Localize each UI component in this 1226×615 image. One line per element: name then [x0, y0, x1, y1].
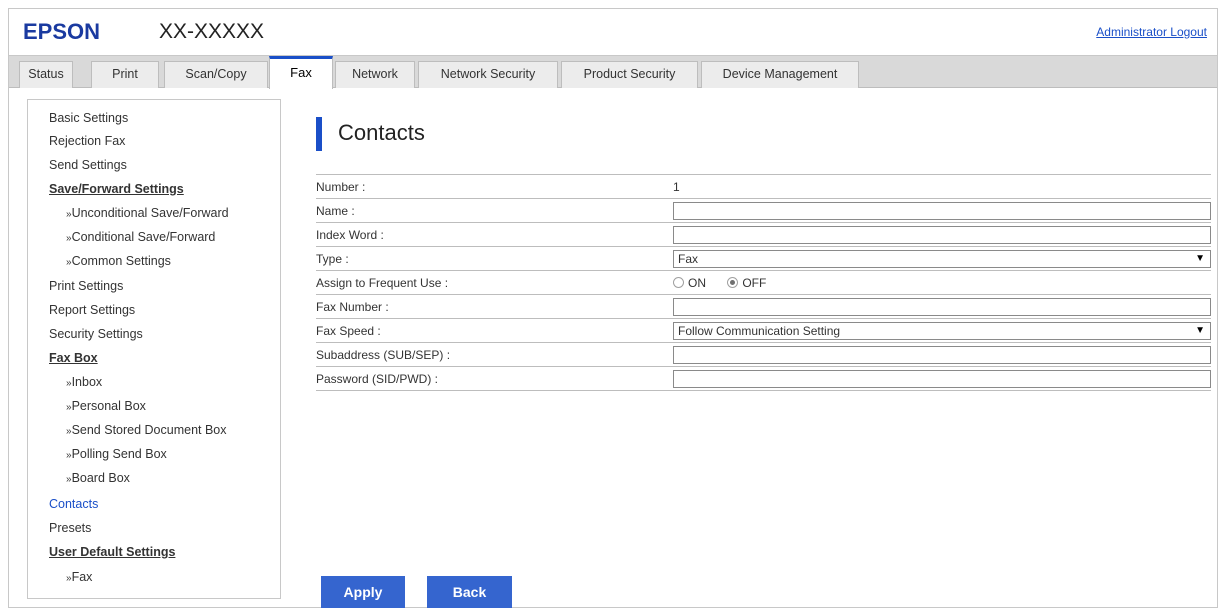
- fax-number-input[interactable]: [673, 298, 1211, 316]
- password-label: Password (SID/PWD) :: [316, 372, 439, 386]
- sidebar-item-common-settings[interactable]: »Common Settings: [66, 254, 171, 268]
- sidebar-item-send-stored-document-box[interactable]: »Send Stored Document Box: [66, 423, 227, 437]
- index-word-row: Index Word :: [316, 223, 1211, 247]
- subaddress-label: Subaddress (SUB/SEP) :: [316, 348, 451, 362]
- tab-print[interactable]: Print: [91, 61, 159, 88]
- page-title: Contacts: [338, 120, 425, 145]
- back-button[interactable]: Back: [427, 576, 512, 608]
- sidebar-item-personal-box[interactable]: »Personal Box: [66, 399, 146, 413]
- sidebar-item-report-settings[interactable]: Report Settings: [49, 303, 135, 317]
- model-name: XX-XXXXX: [159, 20, 265, 43]
- title-accent-bar: [316, 117, 322, 151]
- frequent-use-on-radio[interactable]: [673, 277, 684, 289]
- tab-bar: Status Print Scan/Copy Fax Network Netwo…: [9, 55, 1217, 89]
- dropdown-arrow-icon: ▼: [1195, 325, 1205, 336]
- fax-speed-label: Fax Speed :: [316, 324, 381, 338]
- tab-status[interactable]: Status: [19, 61, 73, 88]
- fax-speed-select[interactable]: Follow Communication Setting ▼: [673, 322, 1211, 340]
- header: EPSON XX-XXXXX Administrator Logout: [9, 9, 1217, 55]
- apply-button[interactable]: Apply: [321, 576, 405, 608]
- type-selected-value: Fax: [678, 252, 699, 266]
- sidebar-item-basic-settings[interactable]: Basic Settings: [49, 111, 128, 125]
- sidebar-item-security-settings[interactable]: Security Settings: [49, 327, 143, 341]
- frequent-use-radio-group: ON OFF: [673, 275, 784, 290]
- sidebar-item-polling-send-box[interactable]: »Polling Send Box: [66, 447, 167, 461]
- sidebar-item-fax[interactable]: »Fax: [66, 570, 92, 584]
- name-label: Name :: [316, 204, 355, 218]
- type-label: Type :: [316, 252, 349, 266]
- password-row: Password (SID/PWD) :: [316, 367, 1211, 391]
- sidebar-item-conditional-save-forward[interactable]: »Conditional Save/Forward: [66, 230, 215, 244]
- sidebar-item-user-default-settings[interactable]: User Default Settings: [49, 545, 175, 559]
- sidebar-item-inbox[interactable]: »Inbox: [66, 375, 102, 389]
- fax-speed-row: Fax Speed : Follow Communication Setting…: [316, 319, 1211, 343]
- name-row: Name :: [316, 199, 1211, 223]
- epson-logo: EPSON: [23, 19, 101, 44]
- tab-device-management[interactable]: Device Management: [701, 61, 859, 88]
- frequent-use-label: Assign to Frequent Use :: [316, 276, 449, 290]
- tab-network-security[interactable]: Network Security: [418, 61, 558, 88]
- sidebar-item-send-settings[interactable]: Send Settings: [49, 158, 127, 172]
- index-word-input[interactable]: [673, 226, 1211, 244]
- tab-network[interactable]: Network: [335, 61, 415, 88]
- tab-fax[interactable]: Fax: [269, 56, 333, 89]
- fax-speed-selected-value: Follow Communication Setting: [678, 324, 841, 338]
- tab-scan-copy[interactable]: Scan/Copy: [164, 61, 268, 88]
- app-frame: EPSON XX-XXXXX Administrator Logout Stat…: [8, 8, 1218, 608]
- type-row: Type : Fax ▼: [316, 247, 1211, 271]
- frequent-use-row: Assign to Frequent Use : ON OFF: [316, 271, 1211, 295]
- fax-number-label: Fax Number :: [316, 300, 389, 314]
- number-label: Number :: [316, 180, 366, 194]
- name-input[interactable]: [673, 202, 1211, 220]
- index-word-label: Index Word :: [316, 228, 384, 242]
- sidebar-item-save-forward-settings[interactable]: Save/Forward Settings: [49, 182, 184, 196]
- subaddress-input[interactable]: [673, 346, 1211, 364]
- type-select[interactable]: Fax ▼: [673, 250, 1211, 268]
- sidebar: Basic Settings Rejection Fax Send Settin…: [27, 99, 281, 599]
- number-value: 1: [673, 180, 680, 194]
- frequent-use-off-label: OFF: [742, 275, 767, 290]
- dropdown-arrow-icon: ▼: [1195, 253, 1205, 264]
- sidebar-item-rejection-fax[interactable]: Rejection Fax: [49, 134, 125, 148]
- sidebar-item-board-box[interactable]: »Board Box: [66, 471, 130, 485]
- tab-product-security[interactable]: Product Security: [561, 61, 698, 88]
- sidebar-item-unconditional-save-forward[interactable]: »Unconditional Save/Forward: [66, 206, 229, 220]
- frequent-use-off-radio[interactable]: [727, 277, 739, 289]
- frequent-use-on-label: ON: [688, 275, 706, 290]
- main-content: Contacts Number : 1 Name : Index Word : …: [316, 99, 1217, 608]
- password-input[interactable]: [673, 370, 1211, 388]
- sidebar-item-print-settings[interactable]: Print Settings: [49, 279, 123, 293]
- administrator-logout-link[interactable]: Administrator Logout: [1096, 25, 1207, 39]
- fax-number-row: Fax Number :: [316, 295, 1211, 319]
- subaddress-row: Subaddress (SUB/SEP) :: [316, 343, 1211, 367]
- number-row: Number : 1: [316, 175, 1211, 199]
- sidebar-item-fax-box[interactable]: Fax Box: [49, 351, 98, 365]
- sidebar-item-presets[interactable]: Presets: [49, 521, 91, 535]
- sidebar-item-contacts[interactable]: Contacts: [49, 497, 98, 511]
